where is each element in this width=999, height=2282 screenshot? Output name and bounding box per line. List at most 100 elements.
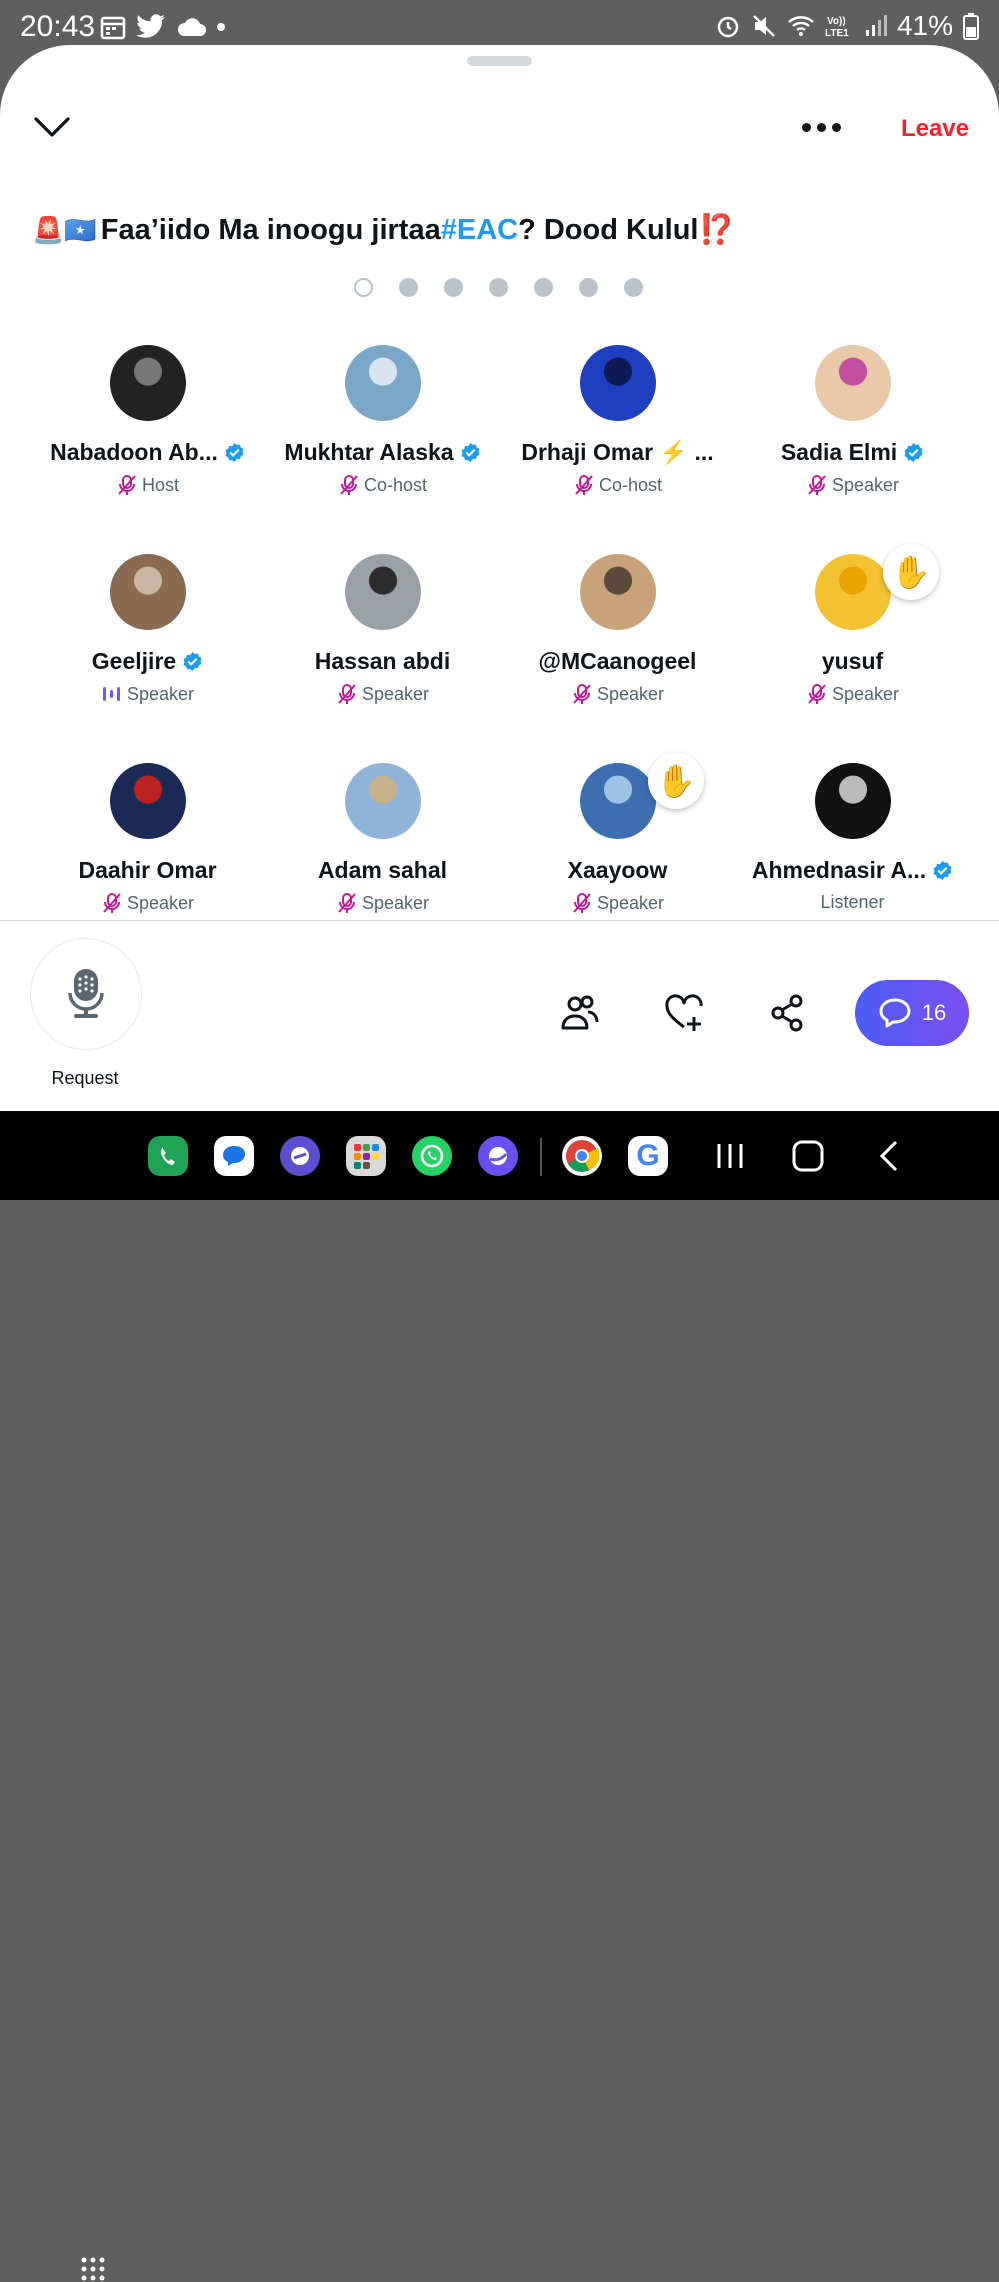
folder-app-icon[interactable] [346,1136,386,1176]
avatar[interactable] [109,763,186,839]
page-dot[interactable] [444,278,463,297]
raised-hand-icon: ✋ [648,753,704,809]
avatar[interactable] [344,763,421,839]
participant-role: Listener [820,892,885,912]
participant-card[interactable]: Ahmednasir A... Listener [735,763,970,913]
participant-card[interactable]: ✋ Xaayoow Speaker [500,753,735,914]
svg-text:LTE1: LTE1 [825,28,849,39]
whatsapp-app-icon[interactable] [412,1136,452,1176]
participant-card[interactable]: Drhaji Omar ⚡ ... Co-host [500,345,735,496]
more-icon-dot [817,122,826,132]
messages-app-icon[interactable] [214,1136,254,1176]
participant-card[interactable]: ✋ yusuf Speaker [735,544,970,705]
participant-name-row: Nabadoon Ab... [30,439,265,466]
home-nav-icon[interactable] [792,1140,824,1172]
participant-role-row: Co-host [500,474,735,496]
mute-sound-icon [753,15,775,37]
page-dot[interactable] [399,278,418,297]
avatar[interactable] [109,345,186,421]
title-emoji-start: 🚨🇸🇴 [32,214,97,245]
svg-text:Vo)): Vo)) [827,16,846,27]
participant-card[interactable]: Daahir Omar Speaker [30,763,265,914]
title-emoji-end: ⁉️ [698,214,735,246]
participant-name-row: Drhaji Omar ⚡ ... [500,439,735,466]
signal-icon [865,15,887,36]
avatar[interactable] [814,345,891,421]
participant-name-row: Ahmednasir A... [735,857,970,884]
participant-card[interactable]: @MCaanogeel Speaker [500,554,735,705]
mic-muted-icon [118,475,136,495]
mic-muted-icon [103,893,121,913]
battery-percent: 41% [896,10,953,41]
sheet-drag-handle[interactable] [467,56,532,66]
participant-name-row: Sadia Elmi [735,439,970,466]
share-button[interactable] [768,993,808,1033]
participant-role-row: Speaker [500,683,735,705]
volte-icon: Vo))LTE1 [825,16,849,39]
page-dot[interactable] [489,278,508,297]
participant-card[interactable]: Geeljire Speaker [30,554,265,705]
page-dot[interactable] [624,278,643,297]
avatar[interactable] [579,763,656,839]
avatar[interactable] [579,554,656,630]
page-dot[interactable] [579,278,598,297]
mic-muted-icon [338,893,356,913]
participant-card[interactable]: Hassan abdi Speaker [265,554,500,705]
participant-role-row: Speaker [30,683,265,705]
participant-name: Nabadoon Ab... [50,439,218,465]
leave-button[interactable]: Leave [901,115,969,143]
participant-role: Speaker [596,683,665,704]
participant-name-row: Daahir Omar [30,857,265,884]
participant-card[interactable]: Sadia Elmi Speaker [735,345,970,496]
participants-button[interactable] [560,993,600,1033]
avatar[interactable] [109,554,186,630]
avatar[interactable] [344,554,421,630]
back-nav-icon[interactable] [876,1140,900,1172]
participant-role: Host [141,474,179,495]
participant-name: Hassan abdi [314,648,451,674]
comments-button[interactable]: 16 [855,980,969,1046]
mic-muted-icon [338,684,356,704]
avatar[interactable] [814,554,891,630]
participant-role-row: Speaker [735,683,970,705]
app-drawer-icon[interactable] [80,2256,106,2282]
title-hashtag[interactable]: #EAC [441,214,518,247]
samsung-internet-app-icon[interactable] [280,1136,320,1176]
google-app-icon[interactable]: G [628,1136,668,1176]
status-notification-icons [100,14,226,40]
chrome-app-icon[interactable] [562,1136,602,1176]
browser-app-icon[interactable] [478,1136,518,1176]
chevron-down-icon [34,117,70,137]
participant-role: Speaker [361,892,430,913]
request-mic-button[interactable] [30,938,142,1050]
participant-role-row: Listener [735,892,970,913]
verified-badge-icon [461,442,480,463]
title-text-prefix: Faa’iido Ma inoogu jirtaa [100,213,441,246]
page-dot[interactable] [534,278,553,297]
participant-role-row: Host [30,474,265,496]
space-title: 🚨🇸🇴 Faa’iido Ma inoogu jirtaa #EAC ? Doo… [32,213,735,247]
participant-role: Co-host [598,474,663,495]
avatar[interactable] [344,345,421,421]
more-options-button[interactable] [802,115,846,139]
participant-role: Speaker [596,892,665,913]
recents-nav-icon[interactable] [715,1142,745,1170]
participant-name-row: Geeljire [30,648,265,675]
twitter-icon [136,14,165,38]
verified-badge-icon [225,442,244,463]
participant-card[interactable]: Adam sahal Speaker [265,763,500,914]
react-button[interactable] [664,993,704,1033]
collapse-button[interactable] [30,107,74,147]
participant-card[interactable]: Nabadoon Ab... Host [30,345,265,496]
participant-role-row: Speaker [265,683,500,705]
avatar[interactable] [579,345,656,421]
mic-muted-icon [573,893,591,913]
page-dot[interactable] [354,278,373,297]
status-time: 20:43 [20,10,96,43]
participant-role: Speaker [126,892,195,913]
participant-card[interactable]: Mukhtar Alaska Co-host [265,345,500,496]
phone-app-icon[interactable] [148,1136,188,1176]
people-icon [561,995,599,1030]
verified-badge-icon [183,651,202,672]
avatar[interactable] [814,763,891,839]
